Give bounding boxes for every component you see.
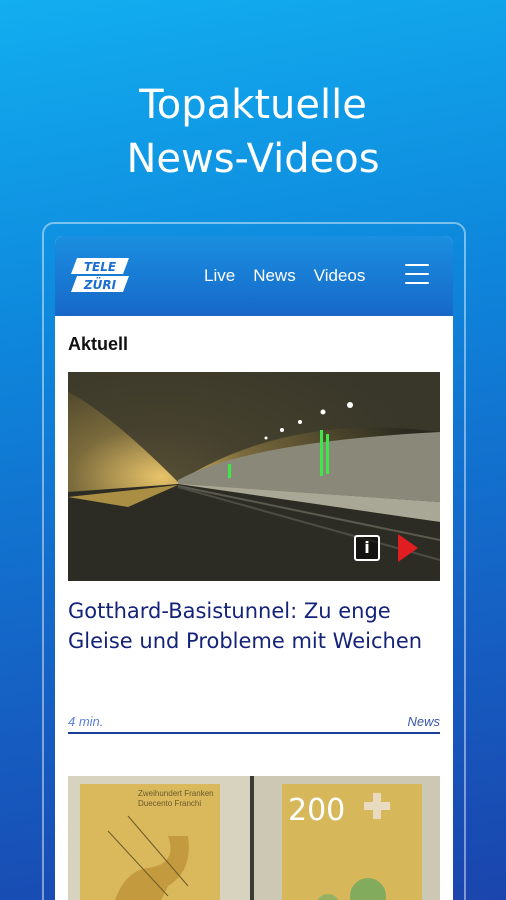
article-headline[interactable]: Gotthard-Basistunnel: Zu enge Gleise und…	[68, 596, 440, 656]
nav-news[interactable]: News	[253, 266, 296, 286]
telezueri-logo[interactable]: TELE ZÜRI	[71, 256, 129, 294]
info-icon[interactable]: i	[354, 535, 380, 561]
hamburger-menu-icon[interactable]	[405, 264, 429, 286]
article-category[interactable]: News	[407, 714, 440, 729]
promo-title: Topaktuelle News-Videos	[0, 78, 506, 186]
nav-live[interactable]: Live	[204, 266, 235, 286]
second-video-thumbnail[interactable]: Zweihundert Franken Duecento Franchi 200	[68, 776, 440, 900]
featured-video-thumbnail[interactable]: i	[68, 372, 440, 581]
promo-title-line-1: Topaktuelle	[139, 82, 367, 128]
logo-text-bottom: ZÜRI	[83, 277, 117, 292]
play-icon[interactable]	[398, 534, 418, 562]
tunnel-image	[68, 372, 440, 581]
nav-videos[interactable]: Videos	[314, 266, 366, 286]
app-header: TELE ZÜRI Live News Videos	[55, 236, 453, 316]
main-nav: Live News Videos	[204, 266, 365, 286]
banknote-text-1: Zweihundert Franken	[138, 789, 214, 798]
logo-text-top: TELE	[84, 260, 117, 274]
app-screen: TELE ZÜRI Live News Videos Aktuell i Got…	[55, 236, 453, 900]
banknote-image: Zweihundert Franken Duecento Franchi 200	[68, 776, 440, 900]
promo-title-line-2: News-Videos	[126, 136, 380, 182]
section-title: Aktuell	[68, 334, 129, 354]
article-meta: 4 min. News	[68, 714, 440, 734]
banknote-value: 200	[288, 793, 345, 828]
banknote-text-2: Duecento Franchi	[138, 799, 201, 808]
article-duration: 4 min.	[68, 714, 104, 729]
